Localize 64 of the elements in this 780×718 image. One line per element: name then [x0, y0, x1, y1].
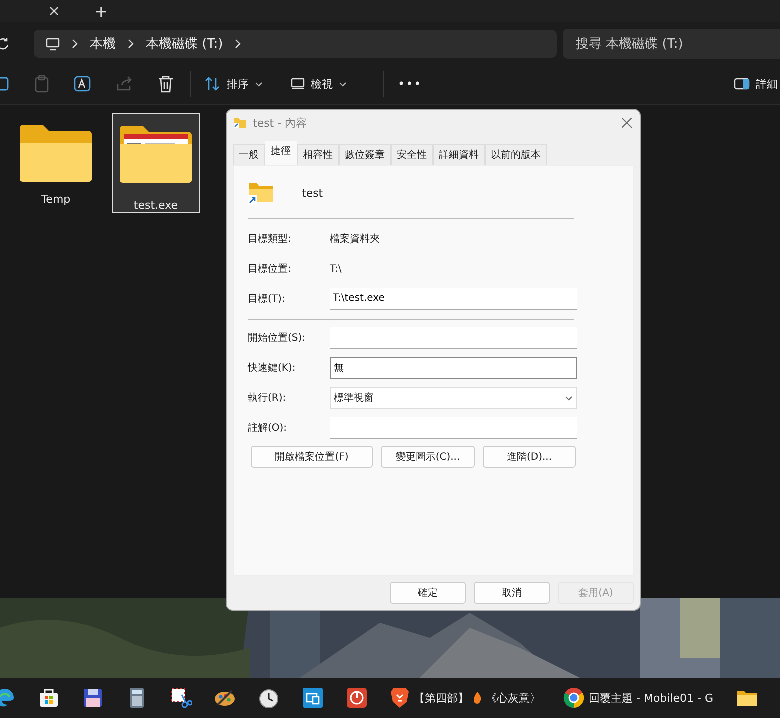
field-label: 註解(O): — [248, 422, 288, 435]
chrome-icon — [563, 687, 585, 709]
caret-icon — [565, 396, 573, 400]
dialog-button[interactable]: 取消 — [474, 582, 550, 604]
dialog-button[interactable]: 進階(D)... — [483, 446, 576, 468]
monitor-icon — [291, 78, 305, 90]
tab[interactable]: 以前的版本 — [485, 144, 547, 165]
search-field[interactable]: 搜尋 本機磁碟 (T:) — [563, 29, 780, 59]
details-pane-icon — [734, 78, 750, 90]
more-button[interactable]: ••• — [390, 73, 430, 95]
field-value: 檔案資料夾 — [330, 232, 380, 246]
window-title: test - 內容 — [253, 116, 308, 130]
flame-icon — [473, 692, 482, 704]
field-label: 開始位置(S): — [248, 332, 307, 345]
breadcrumb-item[interactable]: 本機 — [90, 35, 116, 53]
dialog-button[interactable]: 確定 — [390, 582, 466, 604]
item-name: test — [302, 186, 324, 200]
field-label: 目標位置: — [248, 262, 292, 276]
caret-icon — [255, 82, 263, 86]
field-label: 目標類型: — [248, 232, 292, 246]
shortcut-folder-icon — [233, 117, 247, 129]
tab[interactable]: 安全性 — [391, 144, 433, 165]
refresh-icon[interactable] — [0, 37, 10, 51]
delete-icon[interactable] — [158, 75, 174, 93]
close-icon[interactable] — [622, 118, 632, 128]
computer-icon — [46, 38, 60, 50]
folder-thumbnail-icon — [119, 124, 193, 184]
close-tab-button[interactable]: × — [44, 2, 65, 20]
field-label: 執行(R): — [248, 392, 288, 405]
new-tab-button[interactable]: + — [90, 2, 112, 20]
tab[interactable]: 詳細資料 — [433, 144, 485, 165]
tab[interactable]: 一般 — [233, 144, 265, 165]
copy-icon[interactable] — [0, 76, 10, 92]
taskbar-app-button[interactable]: 【第四部】 《心灰意〉 — [386, 685, 545, 711]
chevron-icon — [128, 39, 134, 49]
sort-icon — [205, 77, 221, 91]
dialog-button[interactable]: 開啟檔案位置(F) — [251, 446, 373, 468]
breadcrumb-item[interactable]: 本機磁碟 (T:) — [146, 35, 224, 53]
input-field[interactable]: 無 — [330, 357, 577, 379]
tab[interactable]: 數位簽章 — [339, 144, 391, 165]
tab[interactable]: 相容性 — [297, 144, 339, 165]
clipboard-icon[interactable] — [34, 75, 50, 93]
file-item[interactable]: Temp — [12, 113, 100, 213]
dialog-button[interactable]: 變更圖示(C)... — [381, 446, 475, 468]
view-button[interactable]: 檢視 — [283, 72, 355, 96]
target-field[interactable]: T:\test.exe — [330, 288, 577, 310]
file-item[interactable]: test.exe — [112, 113, 200, 213]
details-button[interactable]: 詳細 — [726, 72, 780, 96]
folder-icon — [19, 123, 93, 183]
shortcut-folder-icon — [248, 181, 274, 205]
address-bar[interactable]: 本機 本機磁碟 (T:) — [34, 30, 557, 58]
caret-icon — [339, 82, 347, 86]
chevron-icon — [72, 39, 78, 49]
sort-button[interactable]: 排序 — [197, 72, 271, 96]
field-label: 目標(T): — [248, 292, 286, 306]
run-dropdown[interactable]: 標準視窗 — [330, 387, 577, 409]
tab[interactable]: 捷徑 — [265, 141, 297, 165]
rename-icon[interactable] — [74, 75, 92, 93]
field-label: 快速鍵(K): — [248, 362, 297, 375]
input-field[interactable] — [330, 417, 577, 439]
field-value: T:\ — [330, 264, 342, 274]
input-field[interactable] — [330, 327, 577, 349]
chevron-icon — [235, 39, 242, 49]
taskbar-app-button[interactable]: 回覆主題 - Mobile01 - G — [559, 685, 718, 711]
